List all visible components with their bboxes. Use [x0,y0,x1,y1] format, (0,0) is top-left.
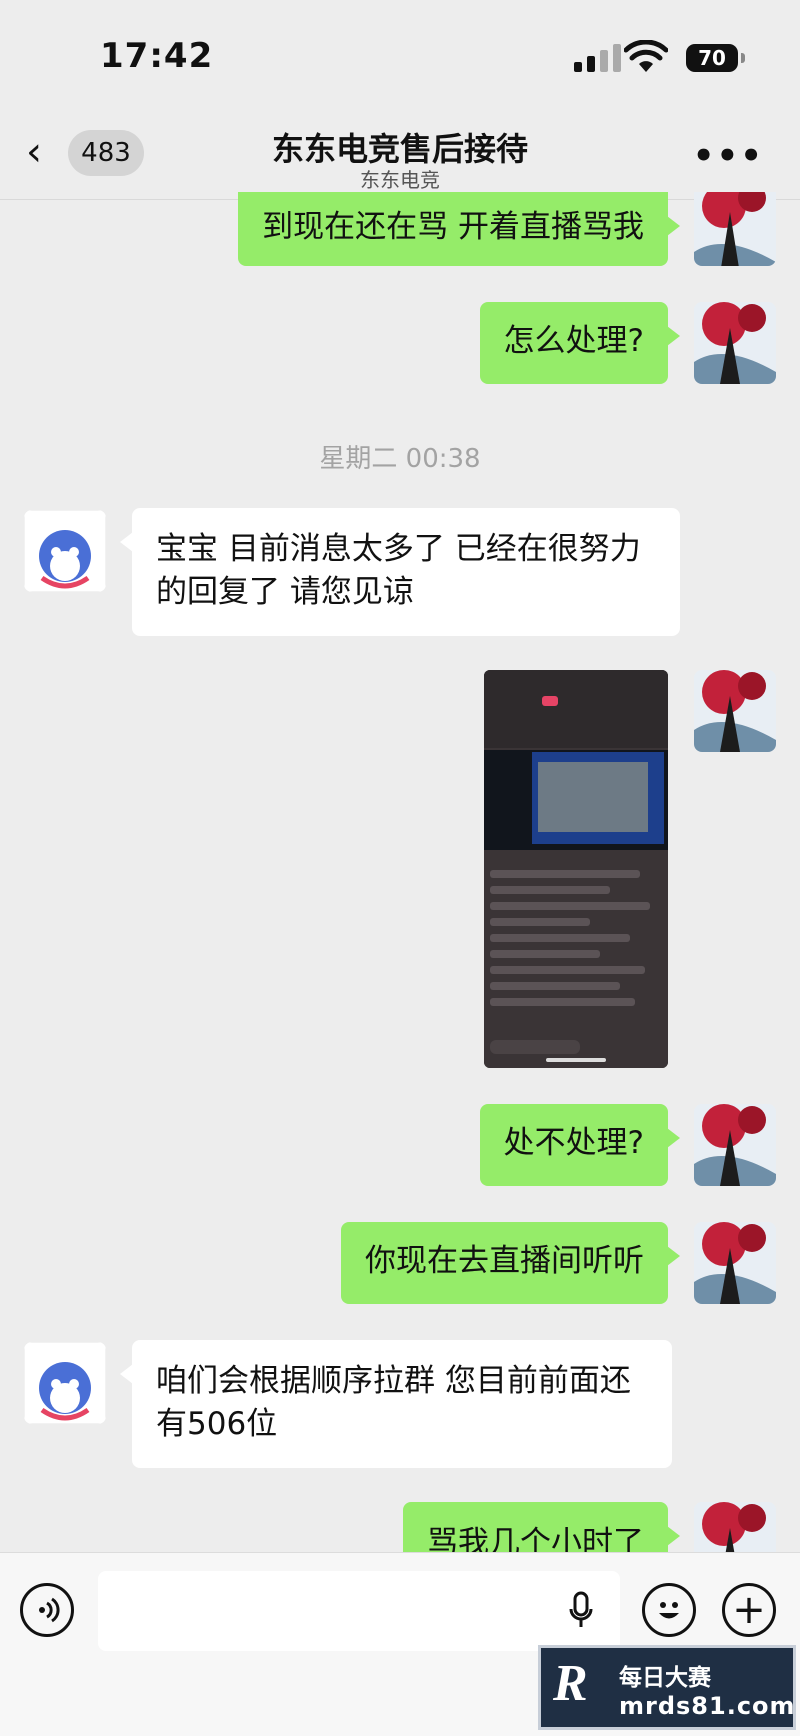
watermark-title: 每日大赛 [619,1665,711,1691]
avatar-image [694,1222,776,1304]
chat-subtitle: 东东电竞 [360,168,440,192]
avatar-image [694,670,776,752]
add-attachment-icon[interactable]: + [722,1583,776,1637]
watermark-url: mrds81.com [619,1692,796,1720]
status-time: 17:42 [100,36,214,76]
support-avatar[interactable] [24,510,106,592]
avatar-image [694,1104,776,1186]
battery-indicator: 70 [686,44,745,72]
avatar-image [24,1342,106,1424]
message-bubble-outgoing[interactable]: 到现在还在骂 开着直播骂我 [238,192,680,266]
message-bubble-incoming[interactable]: 宝宝 目前消息太多了 已经在很努力的回复了 请您见谅 [120,508,680,636]
site-watermark: R 每日大赛 mrds81.com [538,1645,796,1730]
avatar-image [24,510,106,592]
my-avatar[interactable] [694,1222,776,1304]
chat-header: ‹ 483 东东电竞售后接待 东东电竞 ••• [0,110,800,200]
message-input-field[interactable] [98,1571,620,1651]
emoji-icon[interactable] [642,1583,696,1637]
avatar-image [694,302,776,384]
voice-input-icon[interactable] [20,1583,74,1637]
more-options-icon[interactable]: ••• [693,136,764,176]
cellular-signal-icon [574,44,621,72]
my-avatar[interactable] [694,1104,776,1186]
livestream-screenshot-image[interactable] [484,670,668,1068]
screenshot-thumbnail [484,670,668,1068]
microphone-icon[interactable] [568,1591,594,1631]
wifi-icon [624,40,668,72]
my-avatar[interactable] [694,302,776,384]
my-avatar[interactable] [694,670,776,752]
chat-screen: 17:42 70 ‹ 483 东东电竞售后接待 东东电竞 ••• 到现在还在骂 … [0,0,800,1736]
message-bubble-outgoing[interactable]: 怎么处理? [479,302,681,384]
message-bubble-incoming[interactable]: 咱们会根据顺序拉群 您目前前面还有506位 [120,1340,672,1468]
avatar-image [694,192,776,266]
my-avatar[interactable] [694,192,776,266]
message-bubble-outgoing[interactable]: 你现在去直播间听听 [341,1222,680,1304]
watermark-logo: R [553,1655,588,1712]
support-avatar[interactable] [24,1342,106,1424]
status-bar: 17:42 70 [0,0,800,110]
message-timestamp: 星期二 00:38 [319,444,481,474]
message-bubble-outgoing[interactable]: 处不处理? [479,1104,681,1186]
